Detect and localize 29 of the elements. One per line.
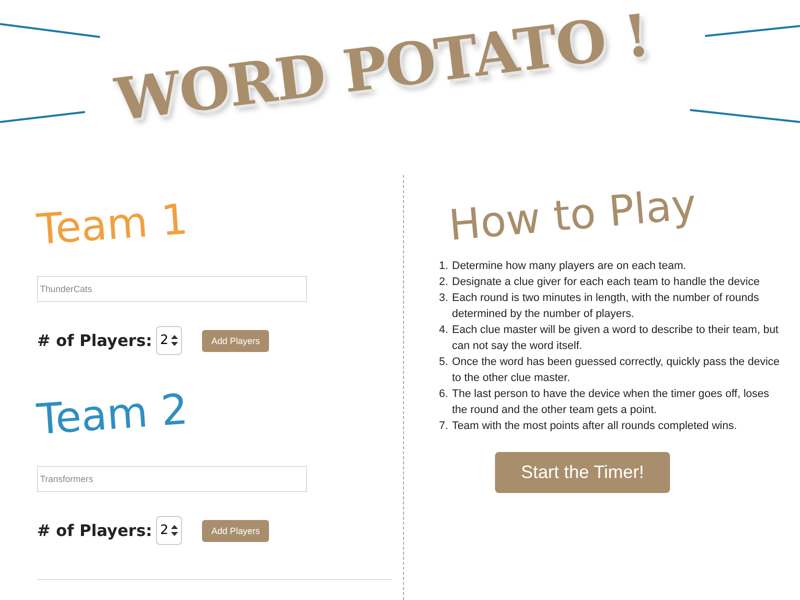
step-text: Each round is two minutes in length, with the number of rounds determined by the number of players. [452,291,760,322]
step-number: 6. [439,387,449,402]
step-number: 4. [439,323,449,338]
team-heading: Team 2 [35,384,190,444]
step-text: The last person to have the device when the timer goes off, loses the round and the other team gets a point. [452,387,770,418]
add-players-button[interactable]: Add Players [202,520,269,542]
players-stepper[interactable]: 2 [156,326,182,355]
step-number: 1. [439,259,449,274]
step-number: 3. [439,291,449,306]
step-text: Designate a clue giver for each each team to handle the device [452,275,760,290]
team-heading: Team 1 [35,194,190,254]
step-number: 2. [439,275,449,290]
logo-title: WORD POTATO ! [112,1,653,134]
players-stepper[interactable]: 2 [156,516,182,545]
add-players-button[interactable]: Add Players [202,330,269,352]
step-number: 5. [439,355,449,370]
players-label: # of Players: [37,331,152,350]
step-text: Team with the most points after all rounds completed wins. [452,419,737,434]
how-to-play-heading: How to Play [446,179,698,250]
stepper-arrows-icon [171,335,178,346]
stepper-arrows-icon [171,525,178,536]
step-text: Determine how many players are on each team. [452,259,686,274]
team-name-field[interactable]: Transformers [37,466,307,492]
step-text: Once the word has been guessed correctly, quickly pass the device to the other clue master. [452,355,780,386]
players-label: # of Players: [37,521,152,540]
start-timer-button[interactable]: Start the Timer! [495,452,670,493]
step-number: 7. [439,419,449,434]
team-name-field[interactable]: ThunderCats [37,276,307,302]
step-text: Each clue master will be given a word to describe to their team, but can not say the word itself. [452,323,780,354]
